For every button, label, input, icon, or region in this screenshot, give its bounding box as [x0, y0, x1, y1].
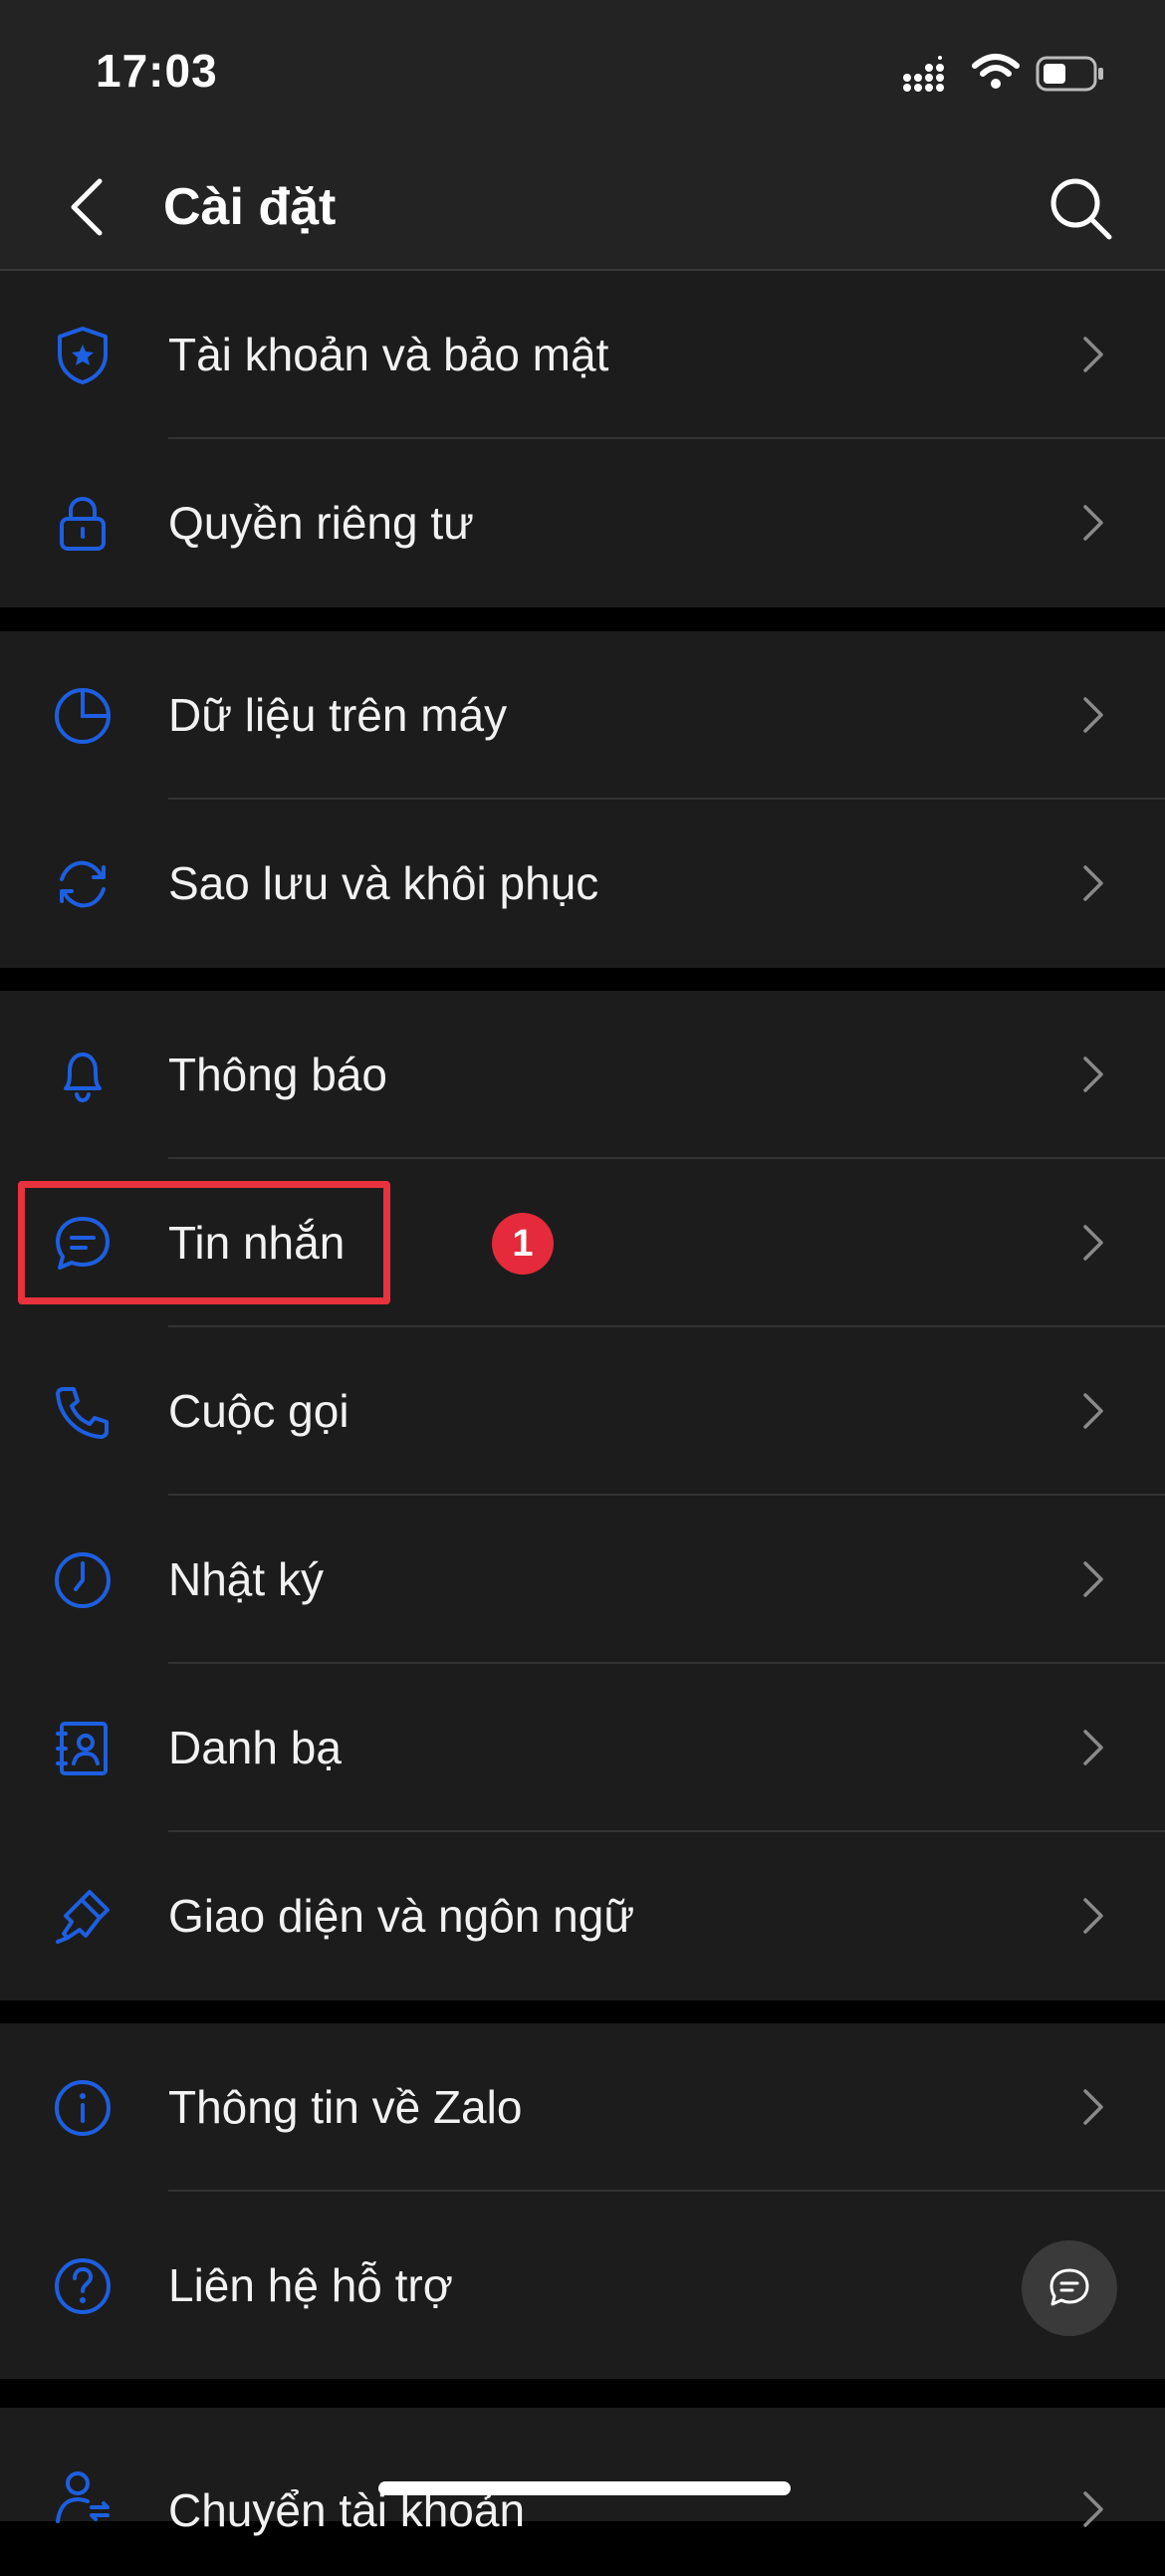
chevron-right-icon: [1083, 1225, 1103, 1261]
chevron-right-icon: [1083, 697, 1103, 733]
settings-item-label: Tin nhắn: [168, 1217, 346, 1269]
page-title: Cài đặt: [163, 178, 337, 236]
chevron-right-icon: [1083, 505, 1103, 541]
help-icon: [55, 2258, 111, 2314]
settings-item-timeline[interactable]: Nhật ký: [0, 1496, 1165, 1664]
settings-item-label: Sao lưu và khôi phục: [168, 857, 599, 909]
top-bar: 17:03 Cài đặt: [0, 0, 1165, 271]
settings-item-notifications[interactable]: Thông báo: [0, 991, 1165, 1159]
pie-chart-icon: [55, 688, 111, 744]
settings-item-messages[interactable]: Tin nhắn 1: [0, 1159, 1165, 1327]
settings-item-contacts[interactable]: Danh bạ: [0, 1664, 1165, 1832]
settings-group-about: Thông tin về Zalo Liên hệ hỗ trợ: [0, 2023, 1165, 2379]
status-time: 17:03: [96, 45, 218, 97]
search-button[interactable]: [1046, 173, 1115, 243]
chevron-right-icon: [1083, 1393, 1103, 1429]
chevron-right-icon: [1083, 1561, 1103, 1597]
settings-group-switch: Chuyển tài khoản: [0, 2408, 1165, 2536]
contacts-icon: [56, 1722, 108, 1775]
settings-item-label: Thông báo: [168, 1049, 387, 1100]
settings-item-label: Tài khoản và bảo mật: [168, 329, 609, 380]
settings-item-label: Giao diện và ngôn ngữ: [168, 1890, 635, 1942]
settings-item-label: Nhật ký: [168, 1553, 324, 1605]
bell-icon: [64, 1053, 102, 1103]
settings-item-label: Dữ liệu trên máy: [168, 689, 508, 741]
paintbrush-icon: [56, 1890, 110, 1944]
chevron-right-icon: [1083, 337, 1103, 372]
settings-item-label: Liên hệ hỗ trợ: [168, 2259, 453, 2311]
settings-group-general: Thông báo Tin nhắn 1 Cuộc gọi Nhật ký Da…: [0, 991, 1165, 2000]
switch-account-icon: [56, 2471, 110, 2523]
settings-item-contact-support[interactable]: Liên hệ hỗ trợ: [0, 2192, 1165, 2379]
info-icon: [55, 2080, 111, 2136]
settings-group-data: Dữ liệu trên máy Sao lưu và khôi phục: [0, 631, 1165, 968]
back-button[interactable]: [60, 167, 116, 247]
unread-badge: 1: [492, 1213, 554, 1275]
phone-icon: [56, 1387, 109, 1439]
chevron-right-icon: [1083, 2491, 1103, 2527]
settings-item-calls[interactable]: Cuộc gọi: [0, 1327, 1165, 1496]
settings-item-label: Cuộc gọi: [168, 1385, 350, 1437]
settings-item-backup-restore[interactable]: Sao lưu và khôi phục: [0, 800, 1165, 968]
shield-icon: [58, 327, 108, 384]
settings-item-label: Danh bạ: [168, 1722, 342, 1773]
floating-chat-button[interactable]: [1022, 2240, 1117, 2336]
wifi-icon: [972, 54, 1020, 89]
chevron-right-icon: [1083, 2089, 1103, 2125]
cellular-signal-icon: [903, 56, 944, 92]
chevron-right-icon: [1083, 1730, 1103, 1765]
settings-item-about-zalo[interactable]: Thông tin về Zalo: [0, 2023, 1165, 2192]
settings-item-label: Thông tin về Zalo: [168, 2081, 523, 2133]
settings-group-account: Tài khoản và bảo mật Quyền riêng tư: [0, 271, 1165, 607]
home-indicator: [378, 2481, 791, 2495]
lock-icon: [60, 496, 106, 551]
chat-bubble-icon: [56, 1217, 110, 1270]
chevron-right-icon: [1083, 865, 1103, 901]
sync-icon: [60, 860, 106, 908]
settings-item-label: Quyền riêng tư: [168, 497, 474, 549]
battery-icon: [1036, 56, 1103, 92]
settings-item-device-data[interactable]: Dữ liệu trên máy: [0, 631, 1165, 800]
settings-item-privacy[interactable]: Quyền riêng tư: [0, 439, 1165, 607]
chevron-right-icon: [1083, 1898, 1103, 1934]
settings-item-account-security[interactable]: Tài khoản và bảo mật: [0, 271, 1165, 439]
chat-bubble-icon: [1049, 2268, 1089, 2306]
clock-icon: [55, 1552, 111, 1608]
settings-item-appearance-language[interactable]: Giao diện và ngôn ngữ: [0, 1832, 1165, 2000]
chevron-right-icon: [1083, 1056, 1103, 1092]
